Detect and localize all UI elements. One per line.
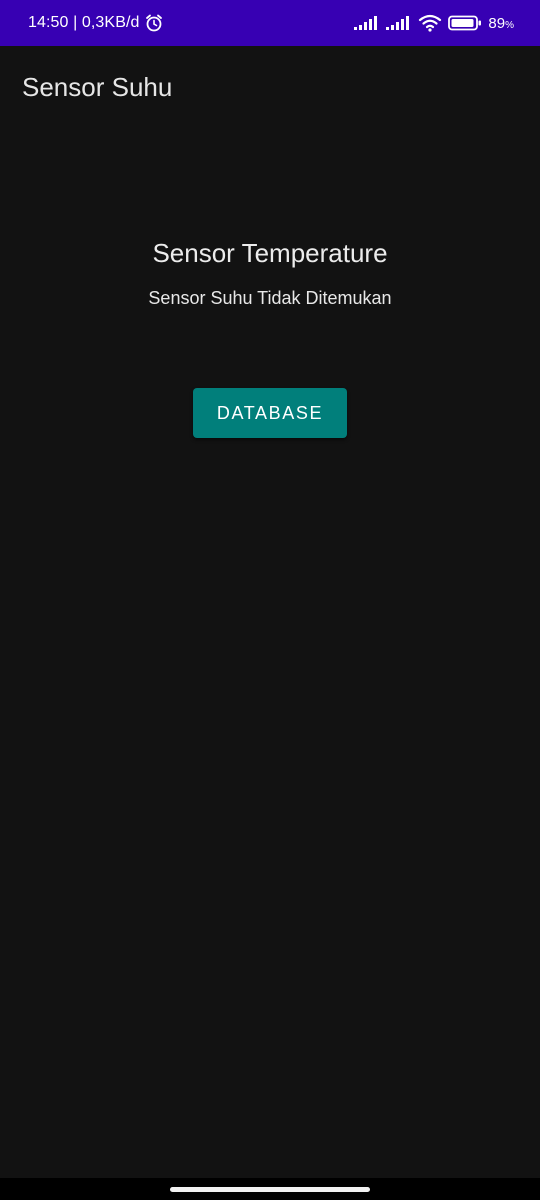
toolbar-title: Sensor Suhu: [22, 72, 173, 102]
app-toolbar: Sensor Suhu: [0, 46, 540, 130]
status-bar: 14:50 | 0,3KB/d 89%: [0, 0, 540, 46]
status-right: 89%: [354, 0, 514, 46]
database-button[interactable]: DATABASE: [193, 388, 347, 438]
battery-level: 89%: [488, 15, 514, 32]
sensor-status-text: Sensor Suhu Tidak Ditemukan: [148, 288, 392, 308]
battery-percent: 89: [488, 14, 506, 32]
signal-icon: [354, 15, 380, 31]
app-screen: 14:50 | 0,3KB/d 89% Sensor Suhu Sensor T…: [0, 0, 540, 1200]
signal-icon: [386, 15, 412, 31]
status-time-speed: 14:50 | 0,3KB/d: [28, 14, 140, 31]
wifi-icon: [418, 14, 442, 32]
battery-icon: [448, 15, 482, 31]
home-gesture-handle[interactable]: [170, 1187, 370, 1192]
alarm-icon: [144, 13, 164, 33]
sensor-title: Sensor Temperature: [152, 238, 388, 268]
battery-unit: %: [505, 19, 514, 31]
status-left: 14:50 | 0,3KB/d: [28, 0, 164, 46]
navigation-bar: [0, 1178, 540, 1200]
